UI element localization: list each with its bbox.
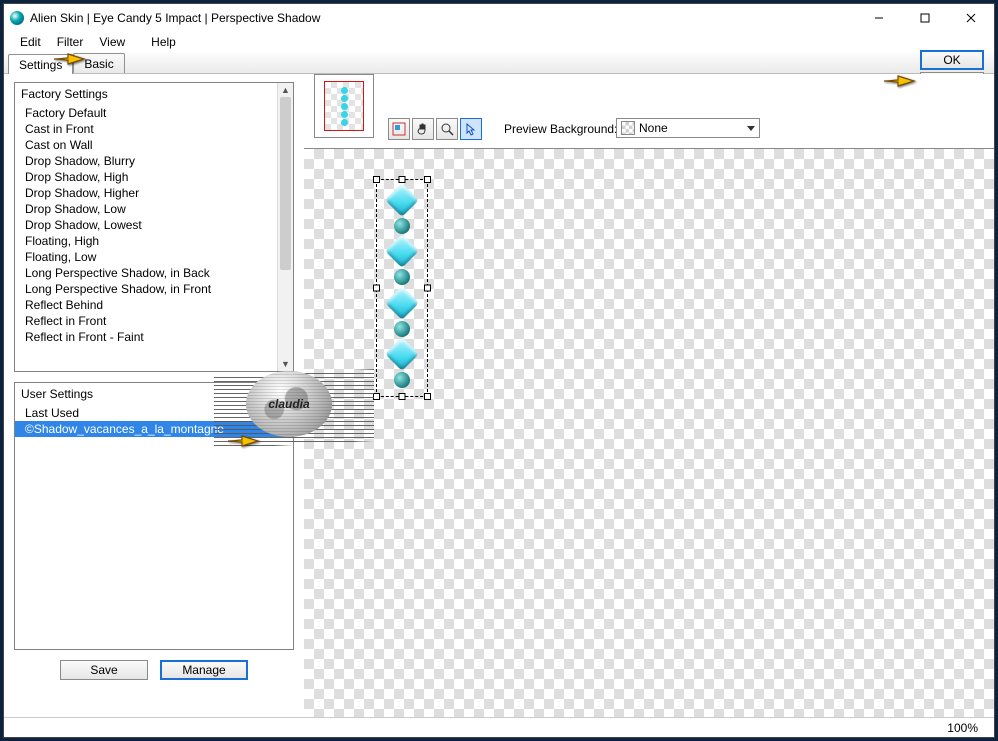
scrollbar-thumb[interactable]: [280, 97, 291, 270]
preview-toolbar: [388, 118, 482, 140]
app-window: Alien Skin | Eye Candy 5 Impact | Perspe…: [3, 3, 995, 738]
minimize-button[interactable]: [856, 4, 902, 32]
thumbnail-content: [340, 87, 348, 125]
titlebar[interactable]: Alien Skin | Eye Candy 5 Impact | Perspe…: [4, 4, 994, 32]
selection-handle[interactable]: [424, 285, 431, 292]
ok-button[interactable]: OK: [920, 50, 984, 70]
tab-label: Basic: [84, 57, 113, 71]
menu-help[interactable]: Help: [143, 33, 184, 51]
scroll-up-icon[interactable]: ▲: [278, 83, 293, 97]
selection-handle[interactable]: [424, 176, 431, 183]
window-title: Alien Skin | Eye Candy 5 Impact | Perspe…: [30, 11, 856, 25]
factory-preset-item[interactable]: Reflect Behind: [15, 297, 293, 313]
pan-tool[interactable]: [412, 118, 434, 140]
preview-background-select[interactable]: None: [616, 118, 760, 138]
user-preset-item[interactable]: Last Used: [15, 405, 293, 421]
factory-preset-item[interactable]: Floating, Low: [15, 249, 293, 265]
factory-preset-item[interactable]: Drop Shadow, Low: [15, 201, 293, 217]
tab-settings[interactable]: Settings: [8, 54, 73, 74]
factory-preset-item[interactable]: Floating, High: [15, 233, 293, 249]
factory-preset-item[interactable]: Long Perspective Shadow, in Front: [15, 281, 293, 297]
app-icon: [10, 11, 24, 25]
factory-preset-item[interactable]: Drop Shadow, Higher: [15, 185, 293, 201]
background-swatch-icon: [621, 121, 635, 135]
factory-settings-listbox[interactable]: Factory Settings Factory DefaultCast in …: [14, 82, 294, 372]
user-settings-listbox[interactable]: User Settings Last Used©Shadow_vacances_…: [14, 382, 294, 650]
user-settings-header: User Settings: [15, 383, 293, 405]
save-button[interactable]: Save: [60, 660, 148, 680]
factory-preset-item[interactable]: Cast in Front: [15, 121, 293, 137]
factory-preset-item[interactable]: Drop Shadow, Blurry: [15, 153, 293, 169]
tab-label: Settings: [19, 58, 62, 72]
settings-panel: Factory Settings Factory DefaultCast in …: [4, 74, 304, 737]
factory-preset-item[interactable]: Factory Default: [15, 105, 293, 121]
factory-preset-item[interactable]: Reflect in Front: [15, 313, 293, 329]
factory-scrollbar[interactable]: ▲ ▼: [277, 83, 293, 371]
cursor-tool[interactable]: [460, 118, 482, 140]
status-bar: 100%: [4, 717, 994, 737]
factory-preset-item[interactable]: Drop Shadow, High: [15, 169, 293, 185]
tab-basic[interactable]: Basic: [73, 53, 124, 73]
dropdown-arrow-icon: [747, 126, 755, 131]
selection-handle[interactable]: [373, 285, 380, 292]
maximize-button[interactable]: [902, 4, 948, 32]
content-area: Factory Settings Factory DefaultCast in …: [4, 74, 994, 737]
factory-preset-item[interactable]: Cast on Wall: [15, 137, 293, 153]
selection-handle[interactable]: [399, 176, 406, 183]
thumbnail-selection: [324, 81, 364, 131]
selection-handle[interactable]: [373, 393, 380, 400]
preview-background-label: Preview Background:: [504, 122, 617, 136]
close-button[interactable]: [948, 4, 994, 32]
factory-preset-item[interactable]: Drop Shadow, Lowest: [15, 217, 293, 233]
menu-edit[interactable]: Edit: [12, 33, 49, 51]
zoom-level: 100%: [947, 721, 978, 735]
preset-button-row: Save Manage: [14, 660, 294, 680]
factory-preset-item[interactable]: Reflect in Front - Faint: [15, 329, 293, 345]
selection-handle[interactable]: [373, 176, 380, 183]
preview-canvas[interactable]: claudia: [304, 148, 994, 731]
selection-handle[interactable]: [399, 393, 406, 400]
menubar: Edit Filter View Help: [4, 32, 994, 52]
menu-view[interactable]: View: [91, 33, 133, 51]
zoom-tool[interactable]: [436, 118, 458, 140]
selection-handle[interactable]: [424, 393, 431, 400]
menu-filter[interactable]: Filter: [49, 33, 92, 51]
tab-row: Settings Basic OK Cancel: [4, 52, 994, 74]
scroll-down-icon[interactable]: ▼: [278, 357, 293, 371]
preview-background-value: None: [639, 121, 668, 135]
selection-box[interactable]: [376, 179, 428, 397]
navigator-tool[interactable]: [388, 118, 410, 140]
factory-settings-header: Factory Settings: [15, 83, 293, 105]
manage-button[interactable]: Manage: [160, 660, 248, 680]
factory-preset-item[interactable]: Long Perspective Shadow, in Back: [15, 265, 293, 281]
preview-artwork: [387, 188, 417, 388]
preview-panel: Preview Background: None: [304, 74, 994, 737]
preview-thumbnail[interactable]: [314, 74, 374, 138]
user-preset-item[interactable]: ©Shadow_vacances_a_la_montagne: [15, 421, 293, 437]
